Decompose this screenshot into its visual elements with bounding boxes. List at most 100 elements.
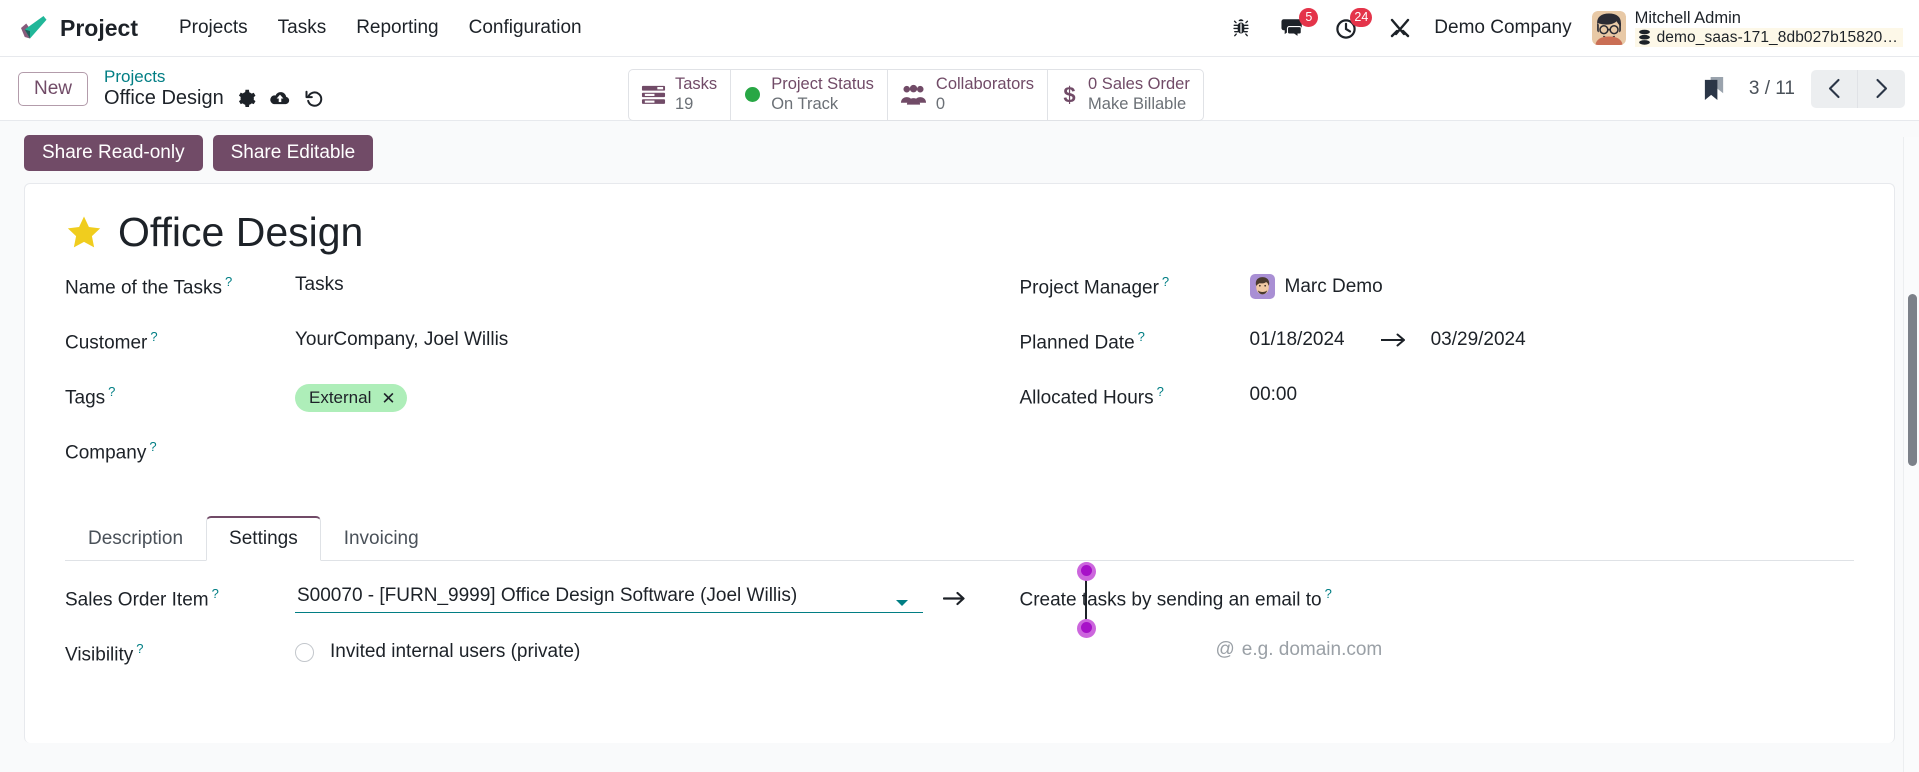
field-label-text-customer: Customer — [65, 332, 148, 354]
save-record-button[interactable] — [269, 89, 291, 108]
control-panel-right: 3 / 11 — [1684, 69, 1905, 108]
odoo-project-form-page: Project Projects Tasks Reporting Configu… — [0, 0, 1919, 772]
settings-column-right: Create tasks by sending an email to? @ e… — [960, 583, 1855, 693]
notebook: Description Settings Invoicing Sales Ord… — [65, 515, 1854, 693]
help-tooltip-email-alias[interactable]: ? — [1325, 586, 1332, 601]
stat-value-project-status: On Track — [771, 94, 839, 113]
field-value-tags[interactable]: External ✕ — [295, 381, 407, 413]
user-identity: Mitchell Admin demo_saas-171_8db027b1582… — [1634, 9, 1903, 47]
share-editable-button[interactable]: Share Editable — [212, 135, 374, 171]
help-tooltip-sales-order-item[interactable]: ? — [212, 586, 219, 601]
stat-text-sales-order: 0 Sales Order Make Billable — [1088, 75, 1190, 115]
tab-settings[interactable]: Settings — [206, 516, 321, 562]
tools-button[interactable] — [1374, 8, 1426, 48]
help-tooltip-visibility[interactable]: ? — [136, 641, 143, 656]
sales-order-item-input[interactable] — [295, 583, 923, 614]
new-record-button[interactable]: New — [18, 71, 89, 106]
share-read-only-button[interactable]: Share Read-only — [24, 135, 203, 171]
planned-date-start[interactable]: 01/18/2024 — [1250, 329, 1345, 351]
field-label-text-allocated-hours: Allocated Hours — [1019, 387, 1154, 409]
email-alias-row[interactable]: @ e.g. domain.com — [1020, 639, 1855, 661]
help-tooltip-planned-date[interactable]: ? — [1138, 329, 1145, 344]
email-alias-domain-placeholder[interactable]: e.g. domain.com — [1242, 639, 1382, 661]
field-value-allocated-hours[interactable]: 00:00 — [1250, 381, 1298, 406]
nav-menu-reporting[interactable]: Reporting — [341, 13, 453, 43]
stat-value-collaborators: 0 — [935, 94, 946, 113]
field-label-project-manager: Project Manager? — [1020, 271, 1250, 299]
stat-button-tasks[interactable]: Tasks 19 — [629, 70, 732, 120]
user-menu[interactable]: Mitchell Admin demo_saas-171_8db027b1582… — [1586, 9, 1903, 47]
form-column-left: Name of the Tasks? Tasks Customer? YourC… — [65, 271, 960, 491]
breadcrumb-current-row: Office Design — [104, 87, 324, 110]
page-scrollbar-track[interactable] — [1903, 137, 1919, 772]
help-tooltip-project-manager[interactable]: ? — [1162, 274, 1169, 289]
field-row-planned-date: Planned Date? 01/18/2024 03/29/2024 — [1020, 326, 1855, 368]
app-name[interactable]: Project — [60, 15, 138, 42]
form-column-right: Project Manager? Marc Demo Planned Date … — [960, 271, 1855, 491]
tab-description[interactable]: Description — [65, 516, 206, 561]
field-row-customer: Customer? YourCompany, Joel Willis — [65, 326, 960, 368]
database-icon — [1638, 29, 1650, 45]
settings-column-left: Sales Order Item? S00070 - [FURN_9999] O… — [65, 562, 1096, 693]
pager-previous-button[interactable] — [1811, 69, 1858, 108]
field-row-task-label: Name of the Tasks? Tasks — [65, 271, 960, 313]
help-tooltip-allocated-hours[interactable]: ? — [1157, 384, 1164, 399]
nav-menu-tasks[interactable]: Tasks — [263, 13, 342, 43]
field-label-customer: Customer? — [65, 326, 295, 354]
stat-button-sales-order[interactable]: $ 0 Sales Order Make Billable — [1048, 70, 1203, 120]
company-switcher[interactable]: Demo Company — [1426, 17, 1585, 39]
top-navbar: Project Projects Tasks Reporting Configu… — [0, 0, 1919, 57]
stat-button-box: Tasks 19 Project Status On Track Collabo… — [628, 69, 1204, 121]
breadcrumb-parent-projects[interactable]: Projects — [104, 67, 324, 87]
bug-icon — [1233, 19, 1249, 37]
selection-handle-end[interactable] — [1077, 619, 1096, 639]
tag-chip-external[interactable]: External ✕ — [295, 384, 407, 413]
nav-menu-projects[interactable]: Projects — [164, 13, 263, 43]
selection-handle-start[interactable] — [1077, 562, 1096, 582]
tab-invoicing[interactable]: Invoicing — [321, 516, 442, 561]
help-tooltip-customer[interactable]: ? — [150, 329, 157, 344]
stat-value-sales-order: Make Billable — [1088, 94, 1187, 113]
open-sales-order-item-button[interactable] — [937, 591, 967, 606]
field-value-customer[interactable]: YourCompany, Joel Willis — [295, 326, 508, 351]
visibility-radio-row[interactable]: Invited internal users (private) — [295, 641, 580, 663]
stat-text-project-status: Project Status On Track — [771, 75, 874, 115]
help-tooltip-company[interactable]: ? — [149, 439, 156, 454]
activities-button[interactable]: 24 — [1320, 8, 1374, 48]
at-sign-icon: @ — [1215, 639, 1235, 661]
field-label-allocated-hours: Allocated Hours? — [1020, 381, 1250, 409]
stat-button-project-status[interactable]: Project Status On Track — [731, 70, 888, 120]
record-settings-button[interactable] — [237, 89, 256, 108]
pager-next-button[interactable] — [1858, 69, 1905, 108]
field-value-planned-date[interactable]: 01/18/2024 03/29/2024 — [1250, 326, 1526, 351]
help-tooltip-task-label[interactable]: ? — [225, 274, 232, 289]
field-value-project-manager[interactable]: Marc Demo — [1249, 271, 1383, 300]
field-value-task-label[interactable]: Tasks — [295, 271, 344, 296]
page-scrollbar-thumb[interactable] — [1908, 294, 1917, 466]
field-label-task-label: Name of the Tasks? — [65, 271, 295, 299]
field-label-text-email-alias: Create tasks by sending an email to — [1019, 589, 1322, 611]
messages-button[interactable]: 5 — [1266, 8, 1320, 48]
tools-icon — [1391, 18, 1410, 38]
user-name: Mitchell Admin — [1634, 9, 1741, 28]
nav-menu-configuration[interactable]: Configuration — [454, 13, 597, 43]
pager-counter[interactable]: 3 / 11 — [1745, 78, 1811, 100]
control-panel: New Projects Office Design Tasks 19 Proj… — [0, 57, 1919, 121]
help-tooltip-tags[interactable]: ? — [108, 384, 115, 399]
visibility-radio-private[interactable] — [295, 642, 314, 662]
field-label-text-tags: Tags — [65, 387, 106, 409]
stat-button-collaborators[interactable]: Collaborators 0 — [888, 70, 1049, 120]
star-icon[interactable] — [65, 214, 103, 252]
activities-counter-badge: 24 — [1350, 8, 1373, 27]
undo-icon — [305, 91, 322, 108]
planned-date-end[interactable]: 03/29/2024 — [1431, 329, 1526, 351]
dollar-icon: $ — [1063, 83, 1075, 107]
people-icon — [900, 84, 926, 105]
tag-remove-icon[interactable]: ✕ — [381, 390, 395, 407]
bookmark-button[interactable] — [1684, 75, 1745, 102]
odoo-logo-icon[interactable] — [18, 13, 48, 43]
field-label-text-task-label: Name of the Tasks — [65, 277, 223, 299]
discard-changes-button[interactable] — [304, 88, 324, 108]
stat-label-sales-order: 0 Sales Order — [1088, 75, 1190, 93]
bug-report-button[interactable] — [1216, 8, 1266, 48]
